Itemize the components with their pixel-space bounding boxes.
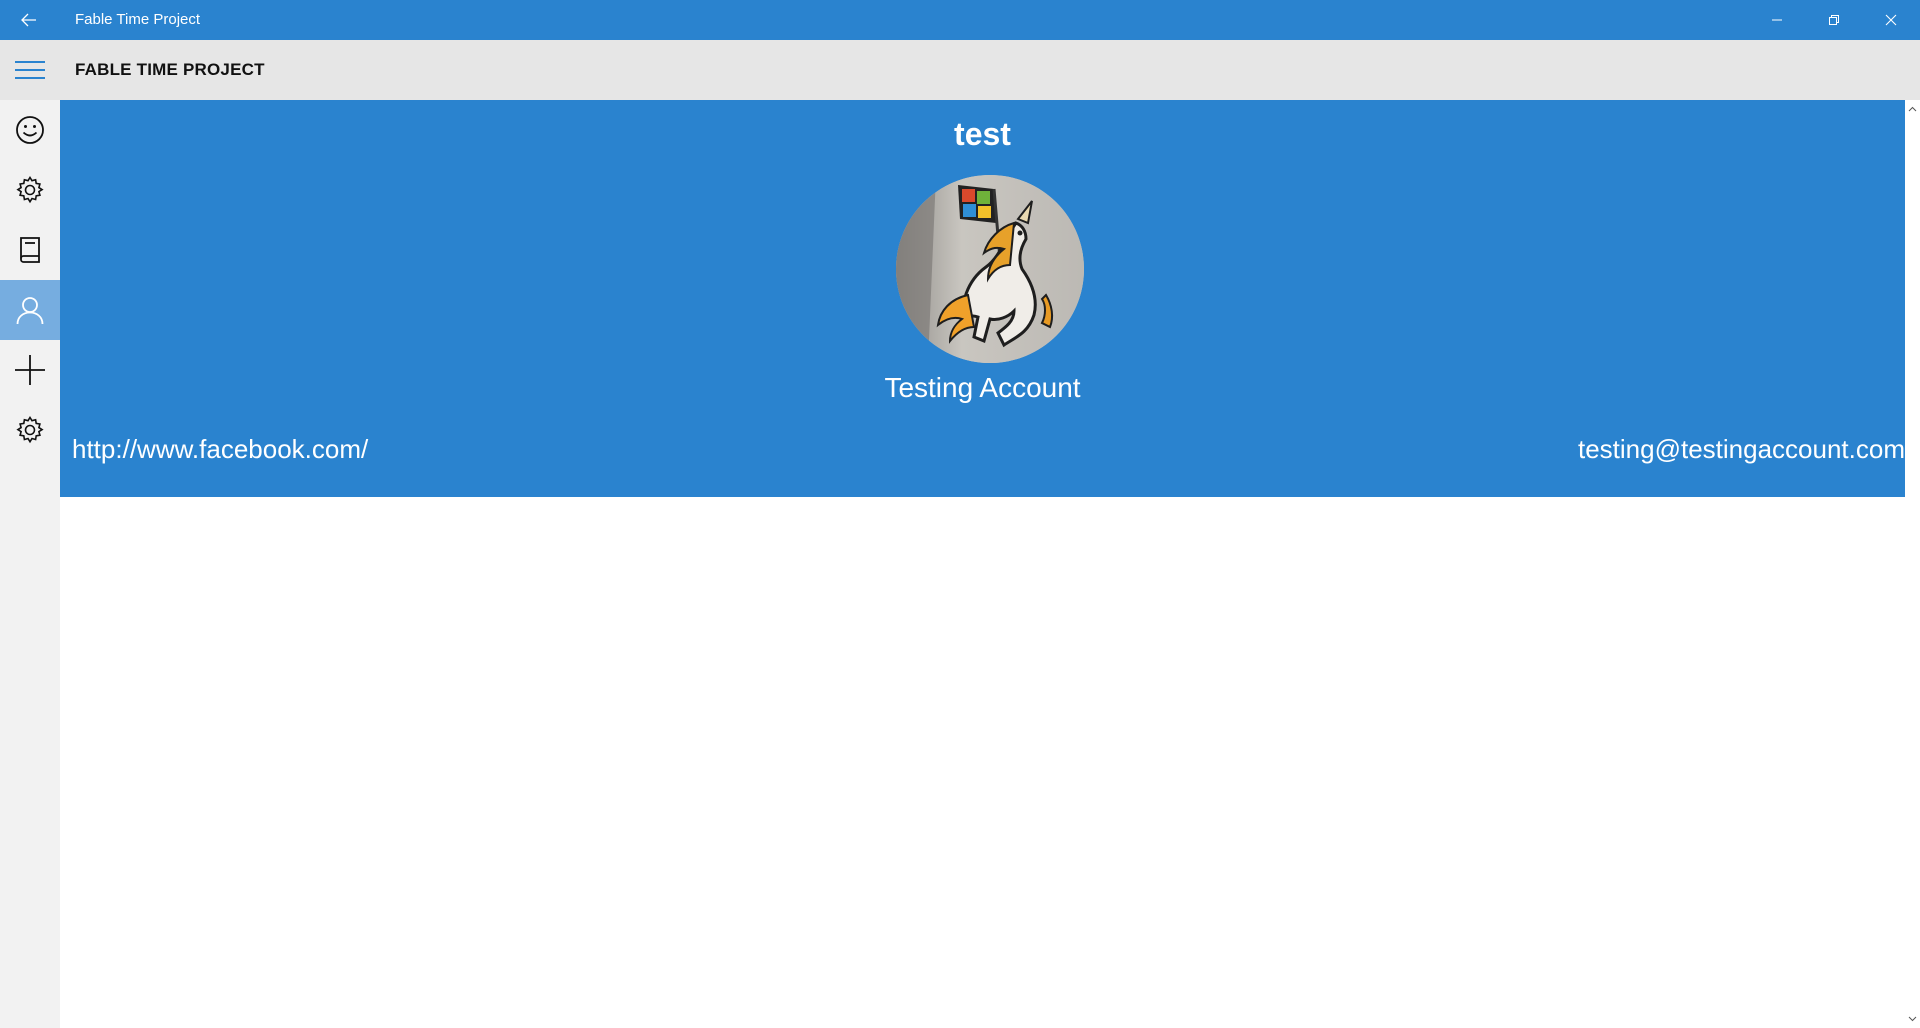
website-link[interactable]: http://www.facebook.com/ (72, 434, 368, 465)
nav-item-settings[interactable] (0, 160, 60, 220)
scroll-up-button[interactable] (1905, 102, 1920, 116)
nav-item-add[interactable] (0, 340, 60, 400)
nav-item-profile[interactable] (0, 280, 60, 340)
hamburger-icon (15, 61, 45, 79)
app-title: FABLE TIME PROJECT (75, 60, 265, 79)
restore-button[interactable] (1805, 0, 1862, 40)
restore-icon (1828, 15, 1839, 25)
email-text: testing@testingaccount.com (1577, 434, 1905, 464)
nav-rail (0, 100, 60, 1028)
unicorn-sticker-photo (896, 175, 1084, 363)
close-icon (1885, 14, 1896, 26)
back-arrow-icon (21, 13, 36, 27)
minimize-icon (1771, 19, 1782, 21)
nav-item-book[interactable] (0, 220, 60, 280)
title-bar: Fable Time Project (0, 0, 1920, 40)
nav-item-smiley[interactable] (0, 100, 60, 160)
smiley-icon (16, 116, 44, 144)
avatar (896, 175, 1084, 363)
minimize-button[interactable] (1748, 0, 1805, 40)
person-icon (16, 297, 44, 325)
nav-item-settings-2[interactable] (0, 400, 60, 460)
chevron-down-icon (1908, 1016, 1917, 1022)
app-header: FABLE TIME PROJECT (0, 40, 1920, 100)
gear-icon (16, 415, 44, 444)
gear-icon (16, 175, 44, 204)
scroll-down-button[interactable] (1905, 1012, 1920, 1026)
hamburger-menu-button[interactable] (0, 40, 60, 100)
profile-display-name: Testing Account (884, 372, 1081, 403)
chevron-up-icon (1908, 106, 1917, 112)
close-button[interactable] (1862, 0, 1919, 40)
back-button[interactable] (0, 0, 58, 40)
profile-banner: test Testing Account http://www.facebook… (60, 100, 1905, 497)
profile-username: test (954, 116, 1011, 152)
vertical-scrollbar[interactable] (1905, 100, 1920, 1028)
plus-icon (15, 355, 45, 385)
book-icon (20, 237, 40, 263)
window-title: Fable Time Project (75, 11, 201, 28)
